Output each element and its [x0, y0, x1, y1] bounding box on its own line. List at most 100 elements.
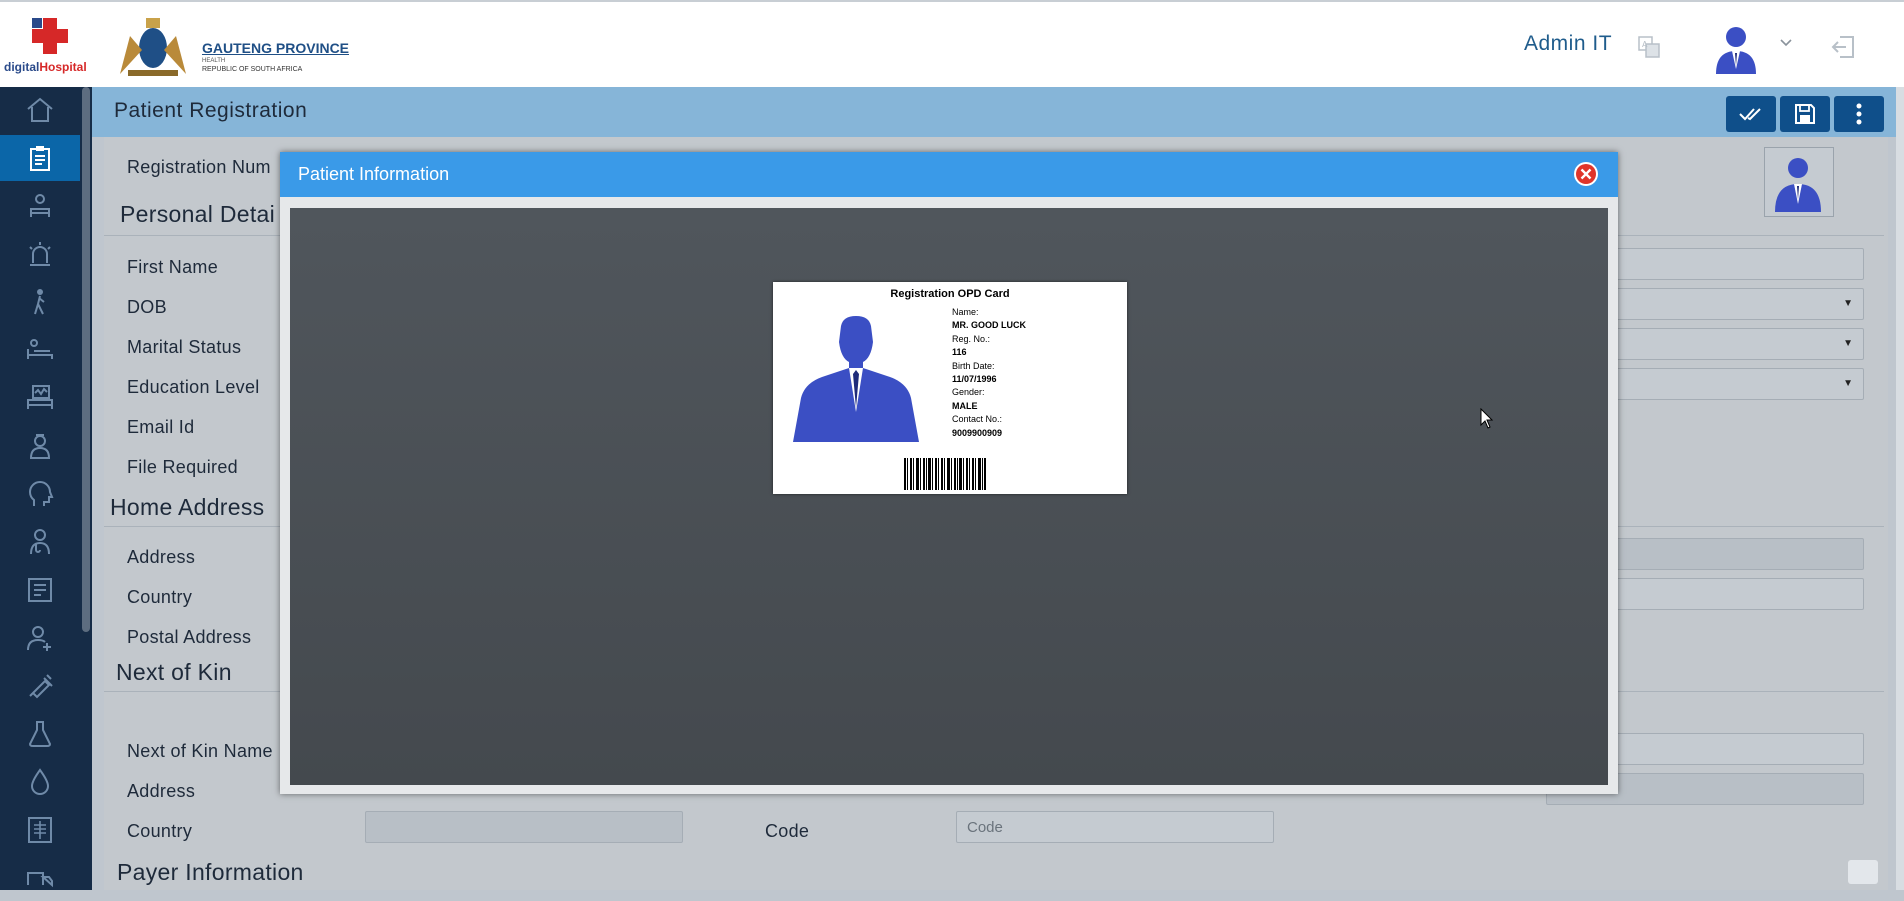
card-avatar — [793, 316, 919, 442]
contact-label: Contact No.: — [952, 414, 1003, 425]
sidebar-item-blood-bank[interactable] — [0, 759, 80, 805]
person-silhouette-icon — [1775, 158, 1821, 212]
lab-flask-icon — [28, 721, 52, 747]
home-address-heading: Home Address — [110, 494, 265, 520]
sidebar-item-doctor[interactable] — [0, 519, 80, 565]
more-vertical-icon — [1856, 103, 1862, 125]
reg-value: 116 — [952, 347, 967, 358]
clipboard-icon — [30, 146, 50, 171]
patient-information-modal: Patient Information Registration OPD Car… — [280, 152, 1618, 794]
first-name-label: First Name — [127, 257, 219, 277]
sidebar-item-inpatient[interactable] — [0, 375, 80, 421]
province-title: GAUTENG PROVINCE — [202, 40, 350, 56]
registration-opd-card: Registration OPD Card Name: MR. GOOD LUC… — [773, 282, 1127, 494]
close-icon[interactable] — [1573, 161, 1599, 187]
coat-of-arms-icon — [120, 18, 186, 76]
more-options-button[interactable] — [1834, 96, 1884, 132]
country-label: Country — [127, 587, 193, 607]
postal-address-label: Postal Address — [127, 627, 252, 647]
modal-title-bar: Patient Information — [280, 152, 1618, 197]
dropdown-arrow-icon: ▼ — [1843, 378, 1853, 389]
patient-bed-icon — [30, 194, 50, 217]
dob-label: DOB — [127, 297, 167, 317]
bed-chart-icon — [27, 385, 53, 409]
patient-photo[interactable] — [1764, 147, 1834, 217]
syringe-icon — [29, 674, 53, 699]
sidebar-item-laboratory[interactable] — [0, 711, 80, 757]
modal-body: Registration OPD Card Name: MR. GOOD LUC… — [290, 208, 1608, 785]
page-title: Patient Registration — [114, 99, 308, 122]
confirm-button[interactable] — [1726, 96, 1776, 132]
hospital-cross-icon — [32, 18, 68, 54]
user-plus-icon — [27, 626, 51, 651]
reg-label: Reg. No.: — [952, 333, 991, 344]
registration-number-label: Registration Num — [127, 157, 271, 177]
logo-text: digitalHospital — [4, 60, 87, 74]
province-subtitle-country: REPUBLIC OF SOUTH AFRICA — [202, 66, 303, 73]
kin-address-label: Address — [127, 781, 196, 801]
sidebar-item-mental-health[interactable] — [0, 471, 80, 517]
ambulance-icon — [27, 872, 53, 888]
barcode — [904, 458, 986, 490]
logo-text-digital: digital — [4, 60, 40, 74]
email-label: Email Id — [127, 417, 195, 437]
blood-drop-icon — [30, 768, 50, 795]
modal-title: Patient Information — [298, 164, 450, 184]
marital-status-label: Marital Status — [127, 337, 242, 357]
svg-text:A: A — [1642, 40, 1648, 49]
logo-text-hospital: Hospital — [39, 60, 87, 74]
province-subtitle-health: HEALTH — [202, 58, 226, 64]
code-field[interactable]: Code — [956, 811, 1274, 843]
sidebar-item-radiology[interactable] — [0, 807, 80, 853]
gauteng-logo: GAUTENG PROVINCE HEALTH REPUBLIC OF SOUT… — [106, 14, 350, 78]
sidebar-item-ward[interactable] — [0, 327, 80, 373]
walking-icon — [34, 289, 45, 315]
sidebar-item-ambulance[interactable] — [0, 855, 80, 901]
payer-information-heading: Payer Information — [117, 859, 304, 885]
kin-country-label: Country — [127, 821, 193, 841]
sidebar-item-admission[interactable] — [0, 183, 80, 229]
double-check-icon — [1739, 108, 1761, 121]
sidebar-scrollbar[interactable] — [82, 87, 90, 632]
head-icon — [28, 481, 54, 506]
sidebar-item-outpatient[interactable] — [0, 279, 80, 325]
save-icon — [1795, 104, 1815, 124]
chevron-down-icon[interactable] — [1780, 38, 1792, 48]
education-level-label: Education Level — [127, 377, 260, 397]
top-bar: digitalHospital GAUTENG PROVINCE HEALTH … — [0, 0, 1904, 89]
kin-country-field[interactable] — [365, 811, 683, 843]
dropdown-arrow-icon: ▼ — [1843, 338, 1853, 349]
name-label: Name: — [952, 307, 979, 317]
gender-value: MALE — [952, 400, 978, 411]
mouse-cursor-icon — [1480, 408, 1494, 429]
nurse-icon — [29, 434, 51, 459]
translate-icon[interactable]: A — [1638, 36, 1660, 58]
next-of-kin-heading: Next of Kin — [116, 659, 232, 685]
page-scrollbar[interactable] — [1896, 87, 1904, 890]
code-label: Code — [765, 821, 810, 841]
sidebar-item-pharmacy[interactable] — [0, 663, 80, 709]
birth-date-label: Birth Date: — [952, 360, 995, 371]
sidebar-item-registration[interactable] — [0, 135, 80, 181]
home-icon — [27, 97, 53, 122]
code-placeholder: Code — [967, 819, 1003, 836]
user-avatar[interactable] — [1712, 24, 1760, 74]
personal-details-heading: Personal Detai — [120, 201, 276, 227]
address-label: Address — [127, 547, 196, 567]
sidebar-item-emergency[interactable] — [0, 231, 80, 277]
birth-date-value: 11/07/1996 — [952, 374, 997, 385]
content-header: Patient Registration — [92, 87, 1896, 137]
sidebar-item-nursing[interactable] — [0, 423, 80, 469]
name-value: MR. GOOD LUCK — [952, 320, 1026, 331]
next-of-kin-name-label: Next of Kin Name — [127, 741, 273, 761]
sidebar — [0, 87, 92, 890]
save-button[interactable] — [1780, 96, 1830, 132]
sidebar-item-billing[interactable] — [0, 567, 80, 613]
user-name: Admin IT — [1524, 32, 1613, 55]
sidebar-item-home[interactable] — [0, 87, 80, 133]
sidebar-item-user-management[interactable] — [0, 615, 80, 661]
floating-help-icon[interactable] — [1848, 860, 1878, 884]
digital-hospital-logo[interactable]: digitalHospital — [4, 14, 90, 78]
file-required-label: File Required — [127, 457, 238, 477]
logout-icon[interactable] — [1830, 34, 1856, 60]
